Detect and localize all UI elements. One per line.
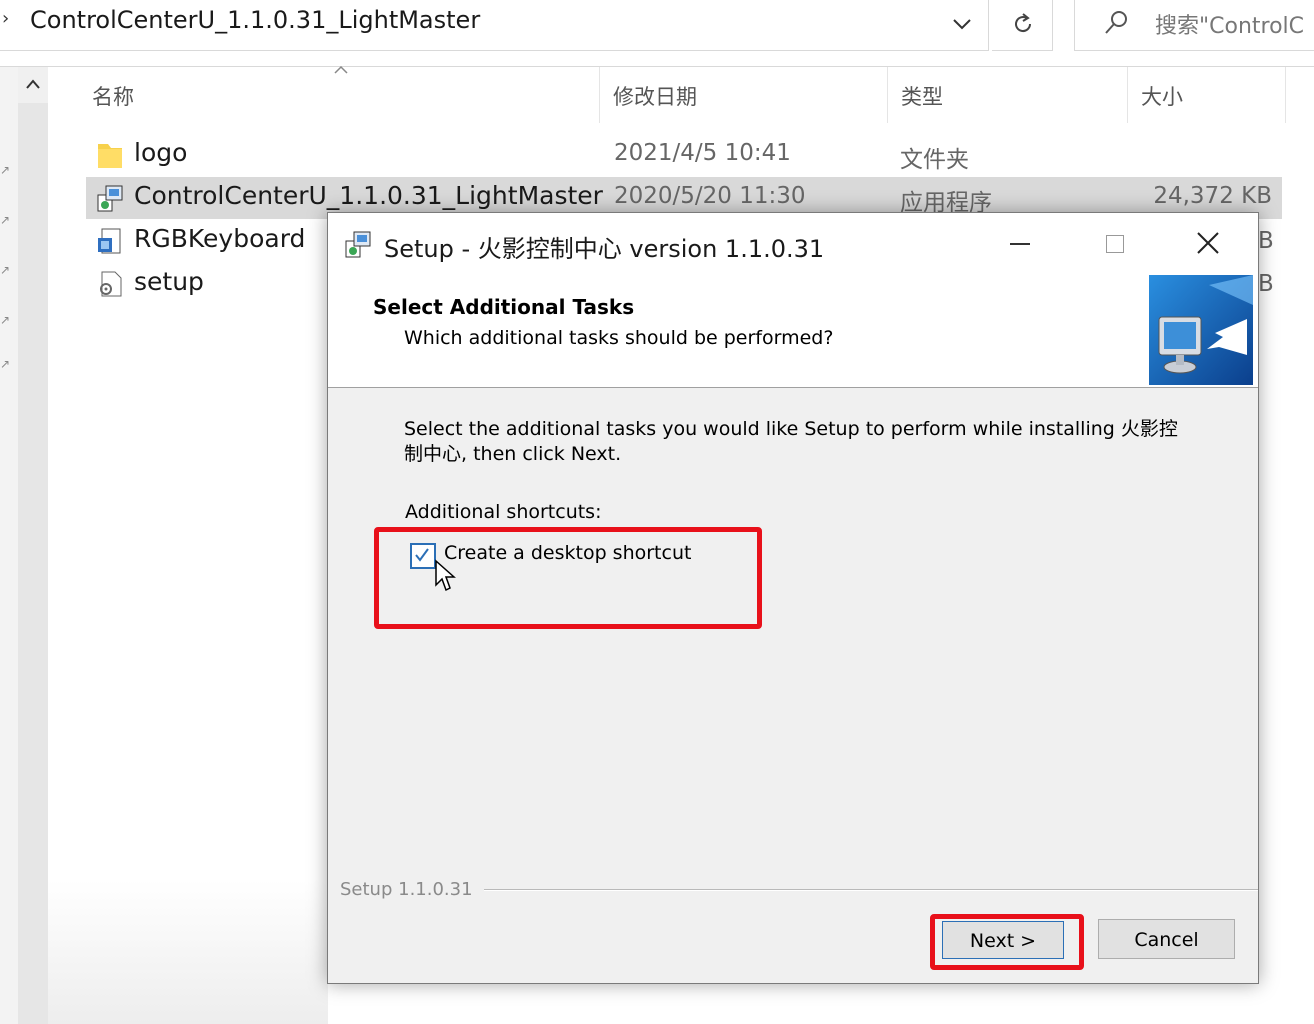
cancel-button[interactable]: Cancel [1098,919,1235,959]
setup-dialog: Setup - 火影控制中心 version 1.1.0.31 Select A… [327,212,1259,984]
search-input[interactable]: 搜索"ControlC [1074,0,1314,51]
refresh-button[interactable] [992,0,1053,51]
column-divider[interactable] [1127,67,1128,123]
search-placeholder: 搜索"ControlC [1155,14,1305,39]
sort-ascending-icon [334,65,348,74]
address-toolbar: › ControlCenterU_1.1.0.31_LightMaster 搜索… [0,0,1314,67]
pin-icon[interactable]: ↗ [0,357,10,371]
column-divider[interactable] [887,67,888,123]
chevron-up-icon [26,79,40,89]
folder-icon [98,144,122,168]
page-title: Select Additional Tasks [373,295,635,319]
vertical-scrollbar[interactable] [18,67,48,1024]
file-name: setup [134,267,204,296]
dialog-title: Setup - 火影控制中心 version 1.1.0.31 [384,235,825,263]
minimize-button[interactable] [988,221,1052,267]
column-header-size[interactable]: 大小 [1141,81,1183,111]
file-size-peek: B [1258,271,1274,297]
minimize-icon [1010,243,1030,245]
config-file-icon [100,271,122,297]
installer-icon [97,185,123,212]
pin-icon[interactable]: ↗ [0,313,10,327]
column-divider[interactable] [1285,67,1286,123]
close-icon [1197,232,1219,254]
installer-icon [345,231,371,258]
scroll-up-button[interactable] [18,67,48,103]
chevron-right-icon[interactable]: › [2,8,9,29]
column-header-name[interactable]: 名称 [92,81,134,111]
close-button[interactable] [1176,221,1240,267]
dialog-titlebar[interactable]: Setup - 火影控制中心 version 1.1.0.31 [328,213,1258,275]
pin-icon[interactable]: ↗ [0,263,10,277]
wizard-header: Select Additional Tasks Which additional… [328,275,1258,388]
maximize-icon [1106,235,1124,253]
pin-icon[interactable]: ↗ [0,163,10,177]
refresh-icon [1015,13,1032,33]
wizard-computer-icon [1149,275,1253,385]
column-header-date[interactable]: 修改日期 [613,81,697,111]
pin-icon[interactable]: ↗ [0,213,10,227]
page-subtitle: Which additional tasks should be perform… [404,327,834,349]
column-header-type[interactable]: 类型 [901,81,943,111]
file-size-peek: B [1258,228,1274,254]
annotation-highlight-checkbox [374,527,762,629]
column-divider[interactable] [599,67,600,123]
file-row-logo[interactable]: logo 2021/4/5 10:41 文件夹 [86,134,1282,176]
version-label: Setup 1.1.0.31 [340,879,477,900]
chevron-down-icon[interactable] [948,10,976,38]
setup-file-icon [98,228,121,254]
maximize-button[interactable] [1082,221,1146,267]
file-name: logo [134,138,188,167]
address-path[interactable]: ControlCenterU_1.1.0.31_LightMaster [30,6,480,34]
file-name: RGBKeyboard [134,224,306,253]
annotation-highlight-next [930,914,1084,970]
file-date: 2020/5/20 11:30 [614,183,806,209]
file-size: 24,372 KB [1153,183,1272,209]
divider [484,890,1258,891]
column-headers: 名称 修改日期 类型 大小 [48,65,1314,123]
file-name: ControlCenterU_1.1.0.31_LightMaster [134,181,603,210]
shortcuts-heading: Additional shortcuts: [405,501,602,523]
file-type: 文件夹 [900,147,969,173]
empty-area [48,880,328,1024]
navigation-pane: ↗ ↗ ↗ ↗ ↗ [0,67,18,1024]
instructions-text: Select the additional tasks you would li… [404,418,1178,465]
search-icon [1105,11,1127,34]
file-date: 2021/4/5 10:41 [614,140,791,166]
address-bar[interactable]: › ControlCenterU_1.1.0.31_LightMaster [0,0,989,51]
